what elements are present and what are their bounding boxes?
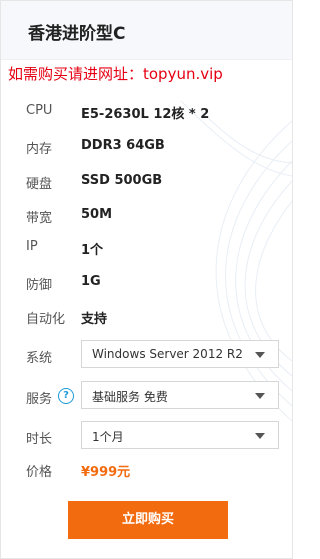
spec-label-disk: 硬盘 (26, 177, 53, 192)
spec-label-ip: IP (26, 239, 38, 254)
duration-select[interactable]: 1个月 (81, 421, 279, 449)
system-label: 系统 (26, 351, 53, 366)
promo-text: 如需购买请进网址：topyun.vip (8, 65, 223, 83)
spec-value-cpu: E5-2630L 12核 * 2 (81, 107, 210, 122)
system-select[interactable]: Windows Server 2012 R2 (81, 340, 279, 368)
chevron-down-icon (255, 393, 265, 399)
buy-now-button[interactable]: 立即购买 (68, 501, 228, 539)
chevron-down-icon (255, 352, 265, 358)
help-icon[interactable]: ? (58, 388, 74, 404)
service-select-value: 基础服务 免费 (92, 390, 168, 404)
spec-label-cpu: CPU (26, 103, 53, 118)
spec-label-defense: 防御 (26, 278, 53, 293)
spec-value-memory: DDR3 64GB (81, 138, 165, 153)
system-select-value: Windows Server 2012 R2 (92, 347, 243, 361)
product-card: 香港进阶型C 如需购买请进网址：topyun.vip CPU E5-2630L … (0, 0, 293, 559)
service-select[interactable]: 基础服务 免费 (81, 381, 279, 409)
spec-value-ip: 1个 (81, 243, 104, 258)
spec-label-memory: 内存 (26, 142, 53, 157)
spec-label-bandwidth: 带宽 (26, 211, 53, 226)
duration-select-value: 1个月 (92, 430, 124, 444)
spec-value-disk: SSD 500GB (81, 173, 163, 188)
price-label: 价格 (26, 465, 53, 480)
service-label: 服务 (26, 392, 53, 407)
price-value: ¥999元 (81, 465, 131, 480)
chevron-down-icon (255, 433, 265, 439)
spec-label-automation: 自动化 (26, 312, 66, 327)
spec-value-defense: 1G (81, 274, 101, 289)
page-title: 香港进阶型C (28, 24, 126, 44)
duration-label: 时长 (26, 432, 53, 447)
spec-value-automation: 支持 (81, 312, 108, 327)
spec-value-bandwidth: 50M (81, 207, 113, 222)
